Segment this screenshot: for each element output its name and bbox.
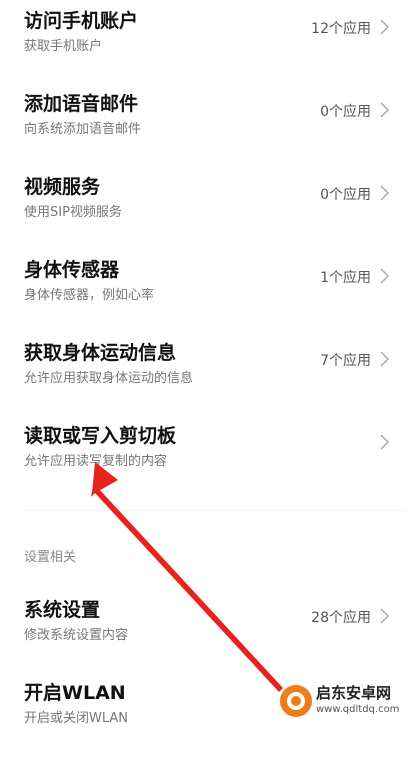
app-count: 12个应用 — [311, 21, 371, 37]
row-title: 访问手机账户 — [24, 10, 139, 32]
section-header: 设置相关 — [24, 550, 77, 565]
permission-row-body-sensors[interactable]: 身体传感器 身体传感器，例如心率 1个应用 — [0, 255, 407, 338]
row-subtitle: 允许应用获取身体运动的信息 — [24, 371, 194, 386]
row-title: 身体传感器 — [24, 259, 120, 281]
chevron-right-icon — [380, 268, 390, 284]
watermark: 启东安卓网 www.qdltdq.com — [276, 678, 407, 724]
app-count: 1个应用 — [320, 270, 371, 286]
row-subtitle: 开启或关闭WLAN — [24, 711, 129, 726]
row-subtitle: 获取手机账户 — [24, 39, 103, 54]
chevron-right-icon — [380, 351, 390, 367]
row-title: 系统设置 — [24, 599, 101, 621]
row-title: 开启WLAN — [24, 682, 126, 704]
watermark-name: 启东安卓网 — [316, 684, 392, 702]
watermark-url: www.qdltdq.com — [316, 704, 400, 715]
chevron-right-icon — [380, 19, 390, 35]
row-subtitle: 身体传感器，例如心率 — [24, 288, 155, 303]
row-title: 读取或写入剪切板 — [24, 425, 177, 447]
permission-row-voicemail[interactable]: 添加语音邮件 向系统添加语音邮件 0个应用 — [0, 89, 407, 172]
chevron-right-icon — [380, 102, 390, 118]
app-count: 0个应用 — [320, 104, 371, 120]
row-subtitle: 向系统添加语音邮件 — [24, 122, 142, 137]
section-divider — [24, 510, 407, 511]
app-count: 7个应用 — [320, 353, 371, 369]
permission-row-video-service[interactable]: 视频服务 使用SIP视频服务 0个应用 — [0, 172, 407, 255]
row-subtitle: 允许应用读写复制的内容 — [24, 454, 168, 469]
watermark-logo-icon — [280, 685, 312, 717]
chevron-right-icon — [380, 434, 390, 450]
permission-row-system-settings[interactable]: 系统设置 修改系统设置内容 28个应用 — [0, 595, 407, 678]
permission-row-access-phone-accounts[interactable]: 访问手机账户 获取手机账户 12个应用 — [0, 6, 407, 89]
permission-row-clipboard[interactable]: 读取或写入剪切板 允许应用读写复制的内容 — [0, 421, 407, 504]
chevron-right-icon — [380, 185, 390, 201]
app-count: 0个应用 — [320, 187, 371, 203]
row-title: 视频服务 — [24, 176, 101, 198]
row-title: 获取身体运动信息 — [24, 342, 177, 364]
row-subtitle: 使用SIP视频服务 — [24, 205, 122, 220]
permission-row-activity-recognition[interactable]: 获取身体运动信息 允许应用获取身体运动的信息 7个应用 — [0, 338, 407, 421]
app-count: 28个应用 — [311, 610, 371, 626]
chevron-right-icon — [380, 608, 390, 624]
row-subtitle: 修改系统设置内容 — [24, 628, 129, 643]
row-title: 添加语音邮件 — [24, 93, 139, 115]
